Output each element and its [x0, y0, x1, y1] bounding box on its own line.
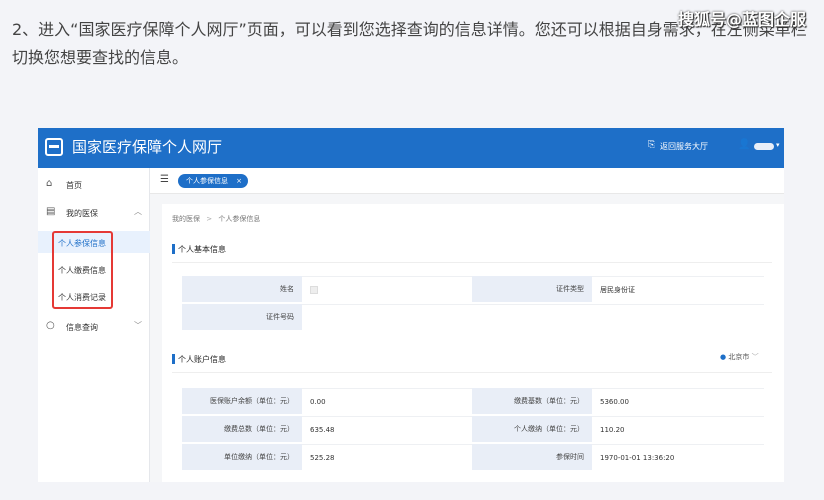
section-title-basic: 个人基本信息	[172, 244, 226, 255]
divider	[172, 262, 772, 263]
section-title-text: 个人账户信息	[178, 355, 226, 364]
table-label: 缴费基数（单位：元）	[472, 388, 592, 414]
table-row: 姓名 证件类型 居民身份证	[182, 276, 764, 304]
chevron-up-icon: ︿	[134, 207, 142, 216]
city-label: 北京市	[728, 353, 750, 361]
red-highlight-box	[52, 231, 113, 309]
exit-icon[interactable]: ⎘	[648, 140, 655, 150]
sidebar: ⌂ 首页 ▤ 我的医保 ︿ 个人参保信息 个人缴费信息 个人消费记录 ○ 信息查…	[38, 168, 150, 482]
table-value: 635.48	[302, 416, 472, 442]
table-label: 参保时间	[472, 444, 592, 470]
tab-insurance-info[interactable]: 个人参保信息 ×	[178, 174, 248, 188]
table-value	[302, 276, 472, 302]
breadcrumb: 我的医保 > 个人参保信息	[172, 214, 260, 224]
table-label: 个人缴纳（单位：元）	[472, 416, 592, 442]
table-value: 0.00	[302, 388, 472, 414]
top-bar: 国家医疗保障个人网厅 ⎘ 返回服务大厅 👤 ▾	[38, 128, 784, 168]
divider	[172, 372, 772, 373]
return-hall-link[interactable]: 返回服务大厅	[660, 141, 708, 152]
redacted-value	[310, 286, 318, 294]
chevron-down-icon: ﹀	[134, 321, 142, 330]
logo-icon	[45, 138, 63, 156]
table-label: 证件类型	[472, 276, 592, 302]
table-row: 证件号码	[182, 304, 764, 332]
sidebar-item-label: 首页	[66, 181, 82, 190]
table-label: 单位缴纳（单位：元）	[182, 444, 302, 470]
table-row: 缴费总数（单位：元） 635.48 个人缴纳（单位：元） 110.20	[182, 416, 764, 444]
tab-label: 个人参保信息	[186, 177, 228, 185]
home-icon: ⌂	[46, 178, 53, 189]
table-value: 5360.00	[592, 388, 764, 414]
sidebar-item-my-insurance[interactable]: ▤ 我的医保 ︿	[38, 200, 150, 224]
search-icon: ○	[46, 320, 55, 331]
chevron-down-icon: ﹀	[751, 353, 759, 361]
user-icon[interactable]: 👤	[738, 139, 750, 150]
tab-bar: ☰ 个人参保信息 ×	[150, 168, 784, 194]
table-value: 1970-01-01 13:36:20	[592, 444, 764, 470]
table-value: 110.20	[592, 416, 764, 442]
table-value: 525.28	[302, 444, 472, 470]
breadcrumb-separator: >	[206, 215, 213, 223]
table-label: 缴费总数（单位：元）	[182, 416, 302, 442]
section-title-text: 个人基本信息	[178, 245, 226, 254]
city-selector[interactable]: ● 北京市 ﹀	[720, 352, 759, 362]
document-icon: ▤	[46, 206, 56, 217]
breadcrumb-root[interactable]: 我的医保	[172, 215, 200, 223]
username-redacted[interactable]	[754, 143, 774, 150]
section-title-account: 个人账户信息	[172, 354, 226, 365]
sidebar-item-info-query[interactable]: ○ 信息查询 ﹀	[38, 314, 150, 338]
close-icon[interactable]: ×	[236, 174, 242, 188]
chevron-down-icon[interactable]: ▾	[776, 141, 780, 149]
sidebar-item-label: 信息查询	[66, 323, 98, 332]
table-value: 居民身份证	[592, 276, 764, 302]
table-label: 证件号码	[182, 304, 302, 330]
breadcrumb-current: 个人参保信息	[218, 215, 261, 223]
sidebar-item-label: 我的医保	[66, 209, 98, 218]
location-pin-icon: ●	[720, 353, 727, 361]
table-label: 医保账户余额（单位：元）	[182, 388, 302, 414]
main-content: 我的医保 > 个人参保信息 个人基本信息 姓名 证件类型 居民身份证 证件号码 …	[162, 204, 784, 482]
table-value	[302, 304, 764, 330]
menu-toggle-icon[interactable]: ☰	[160, 174, 169, 185]
watermark: 搜狐号@蓝图企服	[677, 10, 806, 29]
table-label: 姓名	[182, 276, 302, 302]
app-title: 国家医疗保障个人网厅	[72, 138, 223, 156]
screenshot-frame: 国家医疗保障个人网厅 ⎘ 返回服务大厅 👤 ▾ ⌂ 首页 ▤ 我的医保 ︿ 个人…	[38, 128, 784, 482]
sidebar-item-home[interactable]: ⌂ 首页	[38, 172, 150, 196]
table-row: 医保账户余额（单位：元） 0.00 缴费基数（单位：元） 5360.00	[182, 388, 764, 416]
table-row: 单位缴纳（单位：元） 525.28 参保时间 1970-01-01 13:36:…	[182, 444, 764, 472]
